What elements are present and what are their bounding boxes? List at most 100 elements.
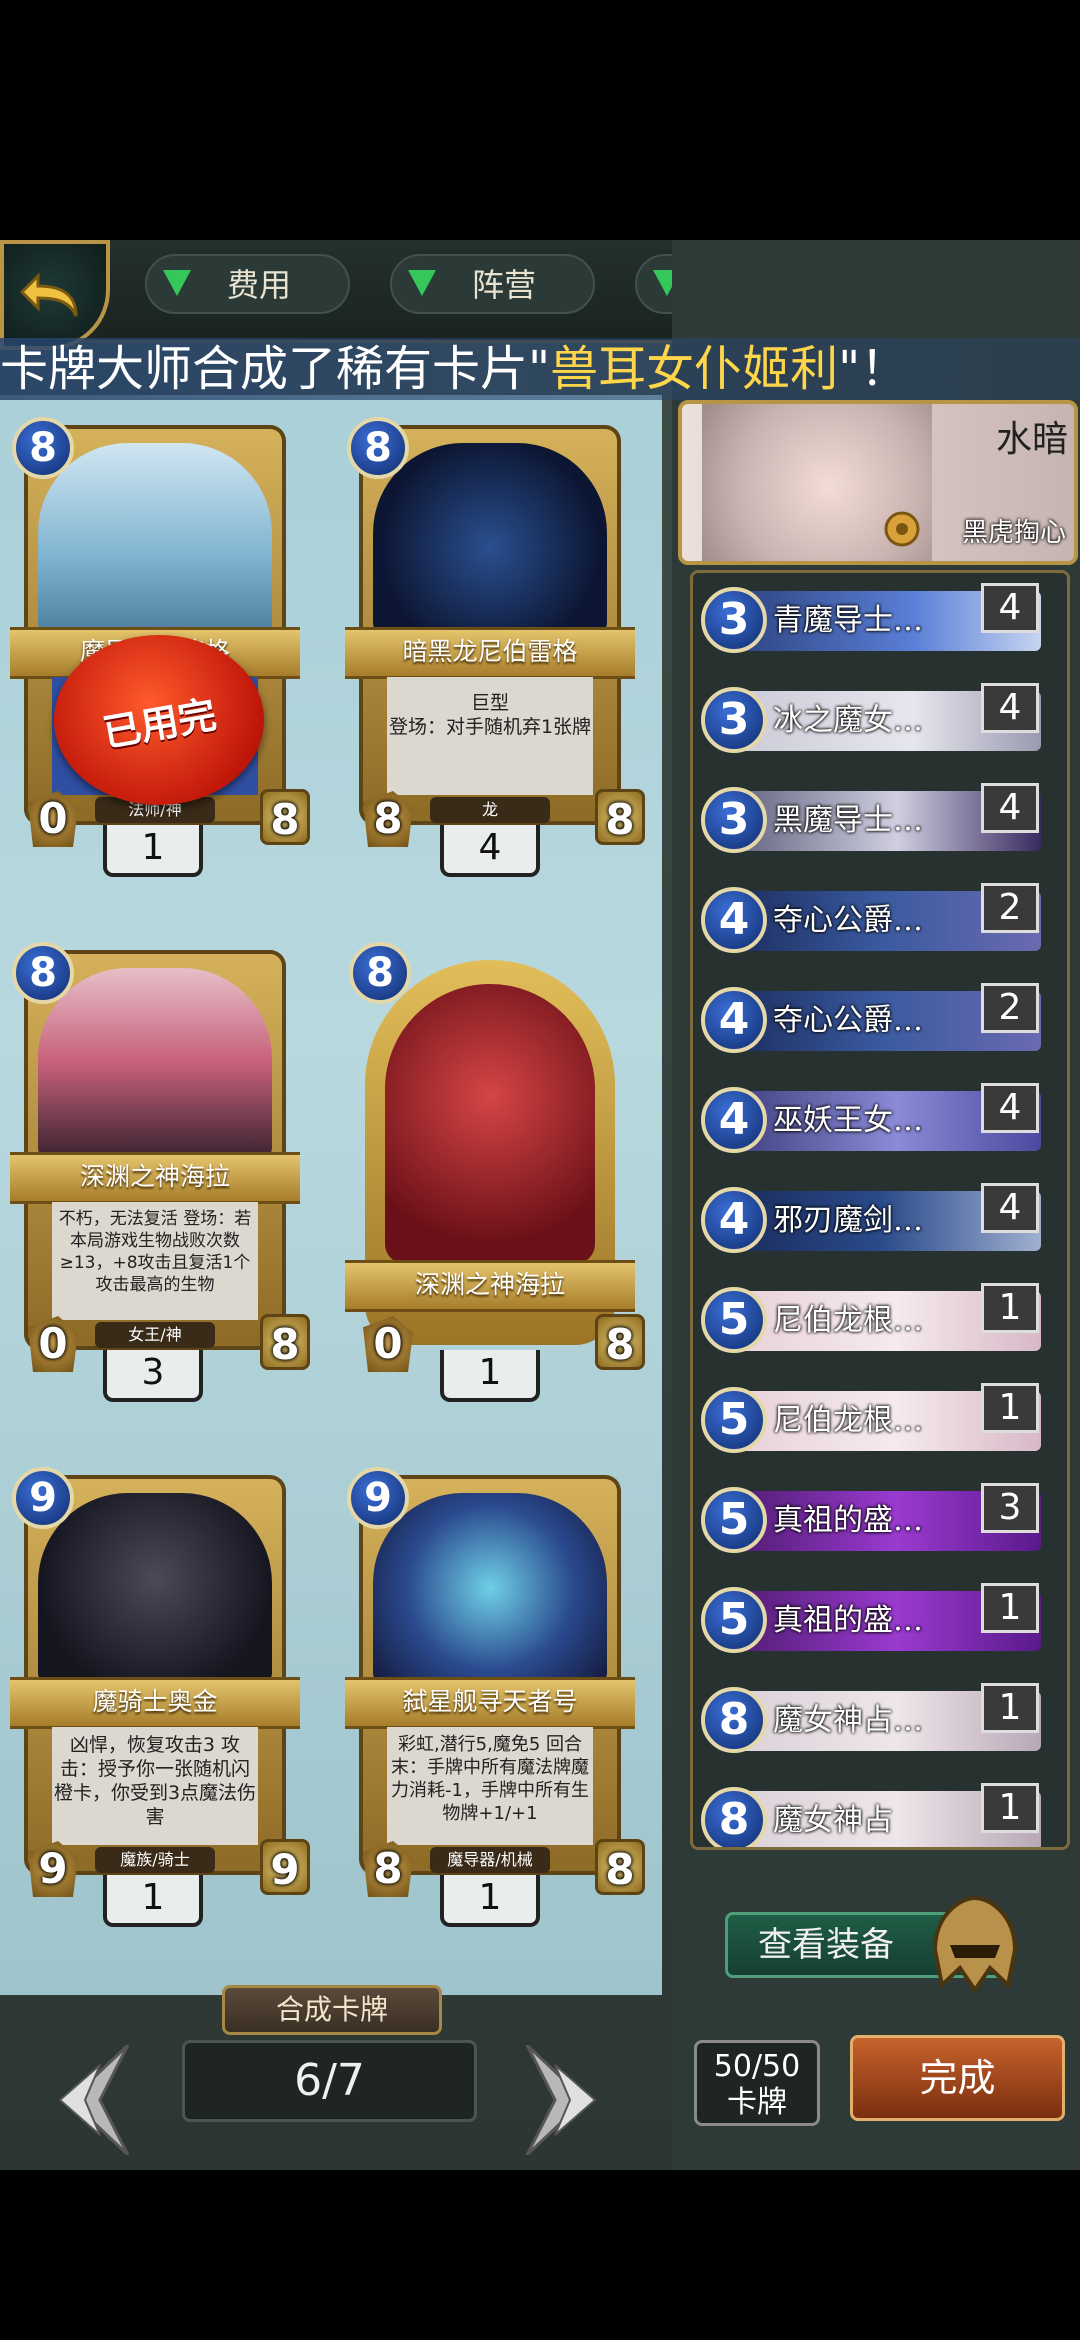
- mana-cost-gem: 8: [12, 417, 74, 479]
- card-tribe: 魔导器/机械: [430, 1847, 550, 1873]
- deck-item-name: 真祖的盛…: [773, 1603, 923, 1638]
- deck-item-quantity: 4: [981, 1183, 1039, 1233]
- collection-card[interactable]: 弑星舰寻天者号 彩虹,潜行5,魔免5 回合末：手牌中所有魔法牌魔力消耗-1，手牌…: [345, 1465, 645, 1897]
- collection-card[interactable]: 魔骑士奥金 凶悍，恢复攻击3 攻击：授予你一张随机闪橙卡，你受到3点魔法伤害 魔…: [10, 1465, 310, 1897]
- mana-cost-gem: 8: [347, 417, 409, 479]
- back-button[interactable]: [0, 240, 110, 350]
- deck-list-item[interactable]: 5 真祖的盛… 1: [701, 1581, 1041, 1657]
- banner-text: 卡牌大师合成了稀有卡片": [0, 341, 551, 397]
- next-page-arrow-icon[interactable]: [525, 2045, 615, 2155]
- collection-card[interactable]: 深渊之神海拉 不朽，无法复活 登场：若本局游戏生物战败次数≥13，+8攻击且复活…: [10, 940, 310, 1372]
- deck-item-name: 尼伯龙根…: [773, 1303, 923, 1338]
- card-text: 巨型 登场：对手随机弃1张牌: [387, 677, 593, 795]
- mana-cost-gem: 9: [347, 1467, 409, 1529]
- mana-cost-gem: 5: [701, 1487, 767, 1553]
- mana-cost-gem: 8: [701, 1787, 767, 1847]
- mana-cost-gem: 3: [701, 687, 767, 753]
- deck-item-name: 夺心公爵…: [773, 903, 923, 938]
- deck-item-quantity: 4: [981, 1083, 1039, 1133]
- card-text: 不朽，无法复活 登场：若本局游戏生物战败次数≥13，+8攻击且复活1个攻击最高的…: [52, 1202, 258, 1320]
- card-art: [38, 968, 272, 1158]
- deck-list-item[interactable]: 4 邪刃魔剑… 4: [701, 1181, 1041, 1257]
- page-indicator: 6/7: [182, 2040, 477, 2122]
- cost-filter-label: 费用: [227, 266, 292, 304]
- combine-cards-button[interactable]: 合成卡牌: [222, 1985, 442, 2035]
- deck-builder-screen: 费用 阵营 闪橙 搜索 魔导冰王骆格 法师/神 8 0 8: [0, 240, 1080, 2170]
- deck-list: 3 青魔导士… 4 3 冰之魔女… 4 3 黑魔导士… 4 4 夺心公爵… 2 …: [690, 570, 1070, 1850]
- deck-item-quantity: 2: [981, 983, 1039, 1033]
- faction-filter-dropdown[interactable]: 阵营: [390, 254, 595, 314]
- done-button[interactable]: 完成: [850, 2035, 1065, 2121]
- deck-count-label: 卡牌: [727, 2085, 787, 2120]
- hero-portrait[interactable]: 水暗 黑虎掏心: [678, 400, 1078, 565]
- card-count: 1: [440, 1875, 540, 1927]
- card-art: [38, 443, 272, 633]
- card-name: 弑星舰寻天者号: [345, 1677, 635, 1729]
- health-stat: 8: [260, 1314, 310, 1370]
- card-count: 1: [103, 825, 203, 877]
- deck-list-item[interactable]: 5 尼伯龙根… 1: [701, 1381, 1041, 1457]
- deck-item-name: 青魔导士…: [773, 603, 923, 638]
- deck-item-name: 真祖的盛…: [773, 1503, 923, 1538]
- deck-list-item[interactable]: 8 魔女神占… 1: [701, 1681, 1041, 1757]
- card-count: 1: [103, 1875, 203, 1927]
- collection-card[interactable]: 暗黑龙尼伯雷格 巨型 登场：对手随机弃1张牌 龙 8 8 8: [345, 415, 645, 847]
- collection-card[interactable]: 深渊之神海拉 8 0 8: [345, 940, 645, 1372]
- mana-cost-gem: 4: [701, 887, 767, 953]
- deck-item-quantity: 4: [981, 683, 1039, 733]
- deck-list-item[interactable]: 3 青魔导士… 4: [701, 581, 1041, 657]
- used-up-label: 已用完: [99, 692, 220, 756]
- card-collection-panel: 魔导冰王骆格 法师/神 8 0 8 已用完 1 暗黑龙尼伯雷格 巨型 登场：对手…: [0, 395, 662, 1995]
- health-stat: 8: [595, 1839, 645, 1895]
- deck-item-name: 魔女神占…: [773, 1703, 923, 1738]
- card-count: 4: [440, 825, 540, 877]
- deck-list-item[interactable]: 5 尼伯龙根… 1: [701, 1281, 1041, 1357]
- mana-cost-gem: 5: [701, 1287, 767, 1353]
- faction-filter-label: 阵营: [472, 266, 537, 304]
- collection-card[interactable]: 魔导冰王骆格 法师/神 8 0 8 已用完: [10, 415, 310, 847]
- card-tribe: 魔族/骑士: [95, 1847, 215, 1873]
- health-stat: 8: [595, 789, 645, 845]
- health-stat: 8: [260, 789, 310, 845]
- hero-name: 水暗: [995, 419, 1068, 460]
- banner-highlight: 兽耳女仆姬利: [550, 341, 839, 397]
- hero-skill-label: 黑虎掏心: [961, 518, 1066, 548]
- card-count: 3: [103, 1350, 203, 1402]
- deck-item-quantity: 1: [981, 1283, 1039, 1333]
- deck-item-name: 巫妖王女…: [773, 1103, 923, 1138]
- deck-item-quantity: 2: [981, 883, 1039, 933]
- deck-item-name: 尼伯龙根…: [773, 1403, 923, 1438]
- card-text: 凶悍，恢复攻击3 攻击：授予你一张随机闪橙卡，你受到3点魔法伤害: [52, 1727, 258, 1845]
- mana-cost-gem: 9: [12, 1467, 74, 1529]
- deck-item-quantity: 1: [981, 1783, 1039, 1833]
- card-art: [373, 443, 607, 633]
- deck-item-name: 夺心公爵…: [773, 1003, 923, 1038]
- notification-banner: 卡牌大师合成了稀有卡片"兽耳女仆姬利"！: [0, 338, 1080, 400]
- prev-page-arrow-icon[interactable]: [40, 2045, 130, 2155]
- mana-cost-gem: 5: [701, 1587, 767, 1653]
- deck-list-item[interactable]: 3 黑魔导士… 4: [701, 781, 1041, 857]
- deck-item-name: 邪刃魔剑…: [773, 1203, 923, 1238]
- deck-card-count: 50/50 卡牌: [694, 2040, 820, 2126]
- deck-count-value: 50/50: [713, 2049, 801, 2084]
- deck-item-name: 黑魔导士…: [773, 803, 923, 838]
- deck-item-quantity: 4: [981, 583, 1039, 633]
- card-art: [385, 984, 595, 1264]
- deck-list-item[interactable]: 8 魔女神占 1: [701, 1781, 1041, 1847]
- deck-list-item[interactable]: 5 真祖的盛… 3: [701, 1481, 1041, 1557]
- deck-list-item[interactable]: 4 夺心公爵… 2: [701, 881, 1041, 957]
- health-stat: 8: [595, 1314, 645, 1370]
- cost-filter-dropdown[interactable]: 费用: [145, 254, 350, 314]
- deck-item-name: 魔女神占: [773, 1803, 893, 1838]
- deck-list-item[interactable]: 4 夺心公爵… 2: [701, 981, 1041, 1057]
- dropdown-triangle-icon: [163, 270, 191, 296]
- dropdown-triangle-icon: [408, 270, 436, 296]
- deck-item-quantity: 3: [981, 1483, 1039, 1533]
- deck-list-item[interactable]: 3 冰之魔女… 4: [701, 681, 1041, 757]
- card-tribe: 龙: [430, 797, 550, 823]
- mana-cost-gem: 4: [701, 987, 767, 1053]
- deck-list-item[interactable]: 4 巫妖王女… 4: [701, 1081, 1041, 1157]
- mana-cost-gem: 3: [701, 587, 767, 653]
- gear-icon: [884, 511, 920, 547]
- mana-cost-gem: 3: [701, 787, 767, 853]
